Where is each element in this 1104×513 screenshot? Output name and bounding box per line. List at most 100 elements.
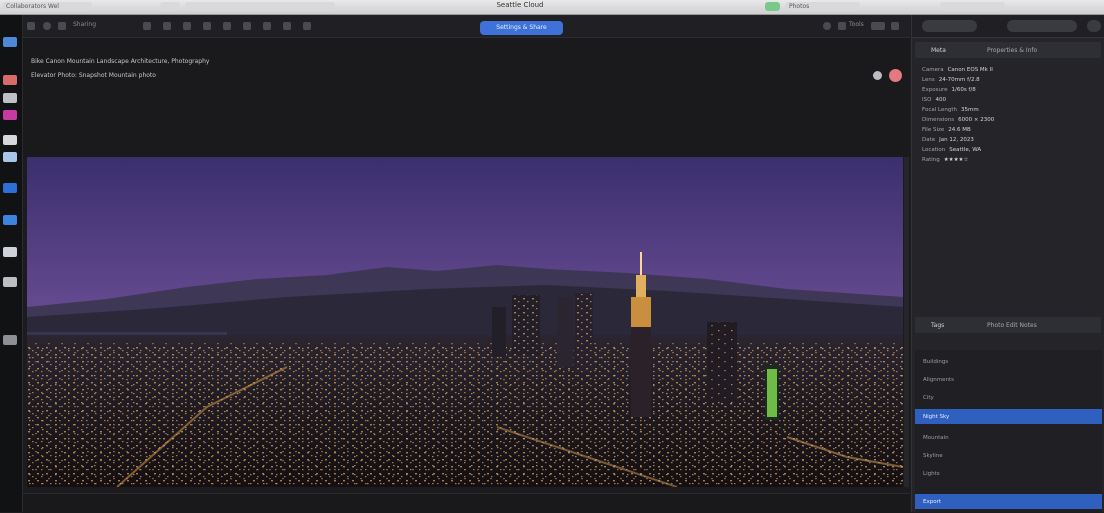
property-value[interactable]: 35mm [961,107,979,113]
property-row: Camera Canon EOS Mk II [922,67,993,73]
tab-collaborators[interactable]: Collaborators Wel [2,2,92,11]
tool-markup-icon[interactable] [243,22,251,30]
tool-retouch-icon[interactable] [263,22,271,30]
inspector-tab-info[interactable] [922,20,977,32]
fullscreen-icon[interactable] [891,22,899,30]
tab-secondary[interactable] [185,2,335,11]
inspector-more-icon[interactable] [1087,20,1101,32]
property-label: Date [922,137,936,143]
photos-icon[interactable] [3,75,17,85]
safari-icon[interactable] [3,152,17,162]
property-label: Camera [922,67,944,73]
info-line-2: Elevator Photo: Snapshot Mountain photo [31,72,156,79]
list-item[interactable]: Alignments [915,372,1102,387]
property-label: Lens [922,77,935,83]
property-value[interactable]: 24-70mm f/2.8 [939,77,980,83]
city-night-image [27,157,903,487]
photo-info-area: Bike Canon Mountain Landscape Architectu… [23,38,910,158]
avatar[interactable] [889,69,902,82]
property-value[interactable]: 6000 × 2300 [958,117,994,123]
property-label: Location [922,147,946,153]
close-icon[interactable] [43,22,51,30]
property-row: Lens 24-70mm f/2.8 [922,77,980,83]
share-button[interactable]: Settings & Share [480,21,563,35]
inspector-toolbar [912,15,1104,38]
list-item[interactable]: Mountain [915,430,1102,445]
property-label: File Size [922,127,945,133]
section-subtitle: Properties & Info [987,47,1038,54]
inspector-section-meta[interactable]: Meta Properties & Info [915,42,1101,58]
property-row: File Size 24.6 MB [922,127,971,133]
trash-icon[interactable] [3,335,17,345]
section-subtitle: Photo Edit Notes [987,322,1037,329]
property-value[interactable]: 400 [935,97,946,103]
tool-filter-icon[interactable] [183,22,191,30]
section-title: Tags [931,322,945,329]
section-title: Meta [931,47,946,54]
calendar-icon[interactable] [3,247,17,257]
property-row: Rating ★★★★☆ [922,157,968,163]
property-value[interactable]: 24.6 MB [948,127,971,133]
files-icon[interactable] [3,277,17,287]
sidebar-toggle-icon[interactable] [27,22,35,30]
property-row: Exposure 1/60s f/8 [922,87,976,93]
tool-adjust-icon[interactable] [163,22,171,30]
left-dock [0,15,23,512]
info-line-1: Bike Canon Mountain Landscape Architectu… [31,58,210,65]
list-item[interactable]: Skyline [915,448,1102,463]
city-photo [27,157,903,487]
property-row: ISO 400 [922,97,946,103]
tab-photos[interactable]: Photos [785,2,860,11]
status-icon[interactable] [765,2,780,11]
tab-label: Collaborators Wel [6,3,59,10]
property-value[interactable]: ★★★★☆ [944,157,969,163]
app-title: Seattle Cloud [496,1,544,9]
main-window: Sharing Settings & Share Tools Bike Cano… [23,15,910,513]
bottom-status-bar [23,493,910,513]
back-icon[interactable] [58,22,66,30]
list-item[interactable]: Buildings [915,354,1102,369]
toolbar-label-tools: Tools [849,21,864,28]
property-label: Focal Length [922,107,957,113]
property-value[interactable]: Jan 12, 2023 [939,137,974,143]
notes-icon[interactable] [3,135,17,145]
settings-icon[interactable] [3,215,17,225]
property-row: Date Jan 12, 2023 [922,137,974,143]
tool-more-icon[interactable] [303,22,311,30]
property-label: ISO [922,97,932,103]
property-value[interactable]: Canon EOS Mk II [948,67,993,73]
inspector-section-tags[interactable]: Tags Photo Edit Notes [915,317,1101,333]
user-icon[interactable] [873,71,882,80]
toolbar-label-sharing: Sharing [73,21,97,28]
music-icon[interactable] [3,110,17,120]
finder-icon[interactable] [3,37,17,47]
inspector-tab-adjust[interactable] [1007,20,1077,32]
search-field[interactable] [940,2,1005,11]
editor-toolbar: Sharing Settings & Share Tools [23,15,910,38]
tool-flip-icon[interactable] [223,22,231,30]
property-row: Focal Length 35mm [922,107,979,113]
property-row: Dimensions 6000 × 2300 [922,117,994,123]
list-item-selected[interactable]: Night Sky [915,409,1102,424]
property-value[interactable]: Seattle, WA [949,147,981,153]
inspector-panel: Meta Properties & Info Camera Canon EOS M… [911,15,1104,512]
property-label: Rating [922,157,940,163]
tag-list: Buildings Alignments City Night Sky Moun… [915,350,1102,512]
tool-redeye-icon[interactable] [283,22,291,30]
tool-crop-icon[interactable] [143,22,151,30]
property-row: Location Seattle, WA [922,147,981,153]
tab-divider[interactable] [160,2,180,11]
property-label: Dimensions [922,117,955,123]
list-item[interactable]: Lights [915,466,1102,481]
vertical-scrollbar[interactable] [904,157,909,487]
mail-icon[interactable] [3,93,17,103]
display-icon[interactable] [871,22,885,30]
appstore-icon[interactable] [3,183,17,193]
favorite-icon[interactable] [838,22,846,30]
tool-rotate-icon[interactable] [203,22,211,30]
property-label: Exposure [922,87,948,93]
property-value[interactable]: 1/60s f/8 [951,87,975,93]
list-item-selected[interactable]: Export [915,494,1102,509]
list-item[interactable]: City [915,390,1102,405]
info-icon[interactable] [823,22,831,30]
